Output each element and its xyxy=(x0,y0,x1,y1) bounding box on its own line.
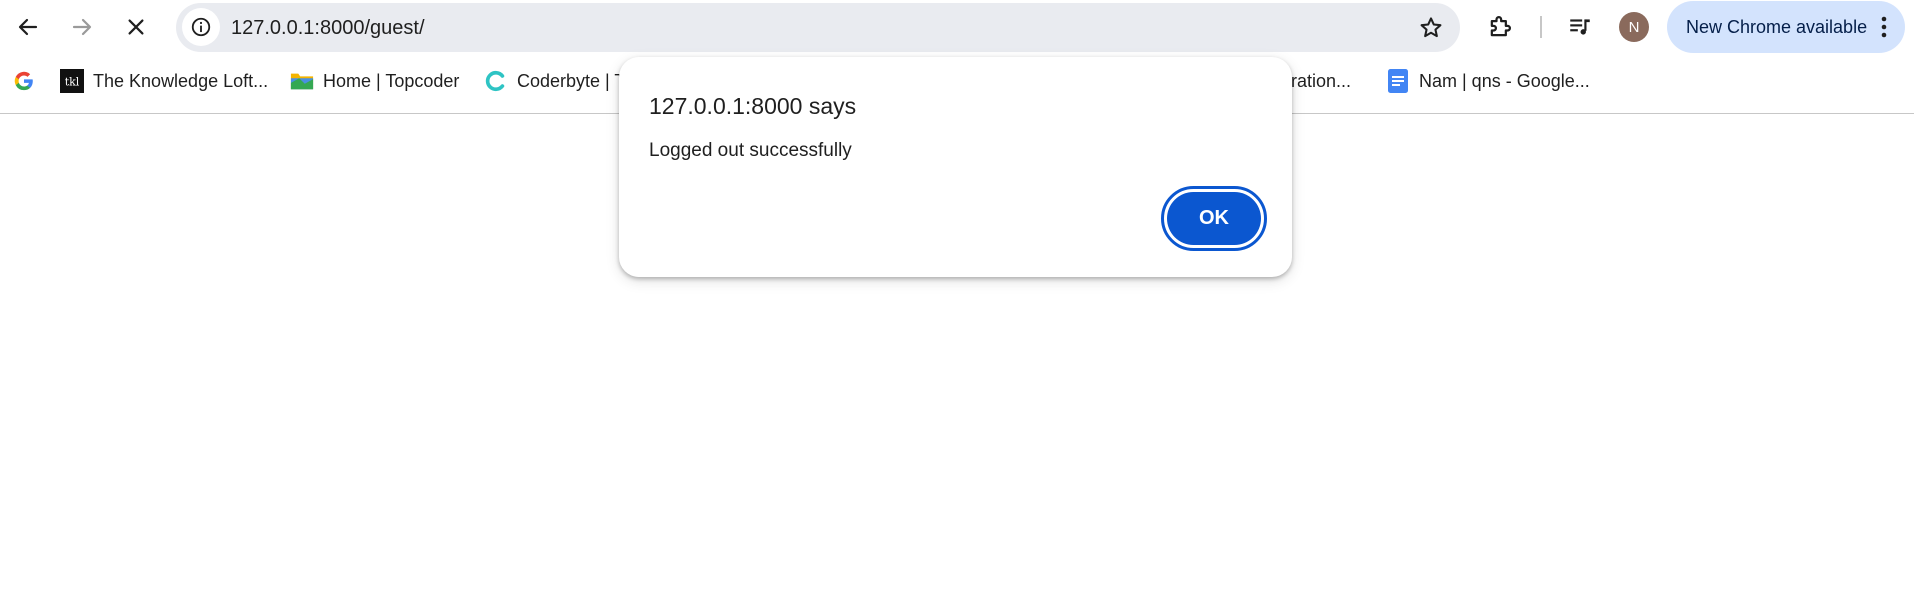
back-arrow-icon xyxy=(18,18,38,36)
dialog-title: 127.0.0.1:8000 says xyxy=(649,93,857,119)
topcoder-folder-icon xyxy=(290,69,314,93)
more-vert-icon xyxy=(1881,16,1887,38)
site-info-button[interactable] xyxy=(182,8,220,46)
browser-toolbar: 127.0.0.1:8000/guest/ N New Chrome avail… xyxy=(0,0,1914,54)
update-label: New Chrome available xyxy=(1686,16,1868,37)
bookmark-topcoder[interactable]: Home | Topcoder xyxy=(290,67,459,95)
bookmark-label: The Knowledge Loft... xyxy=(93,70,269,91)
address-bar[interactable]: 127.0.0.1:8000/guest/ xyxy=(176,3,1460,52)
coderbyte-icon xyxy=(484,69,508,93)
media-controls-button[interactable] xyxy=(1565,12,1595,42)
ok-button[interactable]: OK xyxy=(1161,186,1267,251)
alert-dialog: 127.0.0.1:8000 says Logged out successfu… xyxy=(619,57,1292,277)
bookmark-label: Nam | qns - Google... xyxy=(1419,70,1590,91)
bookmark-star-icon[interactable] xyxy=(1418,15,1444,41)
toolbar-separator xyxy=(1540,16,1542,38)
dialog-message: Logged out successfully xyxy=(649,140,852,161)
extensions-button[interactable] xyxy=(1485,12,1515,42)
queue-music-icon xyxy=(1570,19,1590,35)
bookmark-coderbyte[interactable]: Coderbyte | T xyxy=(484,67,625,95)
profile-avatar[interactable]: N xyxy=(1619,12,1649,42)
bookmark-label: Coderbyte | T xyxy=(517,70,626,91)
tkl-logo-icon: tkl xyxy=(60,69,84,93)
google-docs-icon xyxy=(1386,69,1410,93)
forward-arrow-icon xyxy=(72,18,92,36)
puzzle-piece-icon xyxy=(1490,16,1511,37)
svg-text:tkl: tkl xyxy=(65,76,80,89)
bookmark-knowledge-loft[interactable]: tkl The Knowledge Loft... xyxy=(60,67,268,95)
info-icon xyxy=(191,17,211,37)
stop-loading-button[interactable] xyxy=(116,7,156,47)
ok-button-label: OK xyxy=(1167,192,1261,245)
url-text[interactable]: 127.0.0.1:8000/guest/ xyxy=(231,17,425,40)
bookmark-label: Home | Topcoder xyxy=(323,70,460,91)
bookmark-google-docs[interactable]: Nam | qns - Google... xyxy=(1386,67,1590,95)
close-icon xyxy=(128,19,144,35)
back-button[interactable] xyxy=(8,7,48,47)
forward-button[interactable] xyxy=(62,7,102,47)
google-g-icon xyxy=(12,69,36,93)
bookmark-google[interactable] xyxy=(12,67,45,95)
new-chrome-available-button[interactable]: New Chrome available xyxy=(1667,1,1905,53)
